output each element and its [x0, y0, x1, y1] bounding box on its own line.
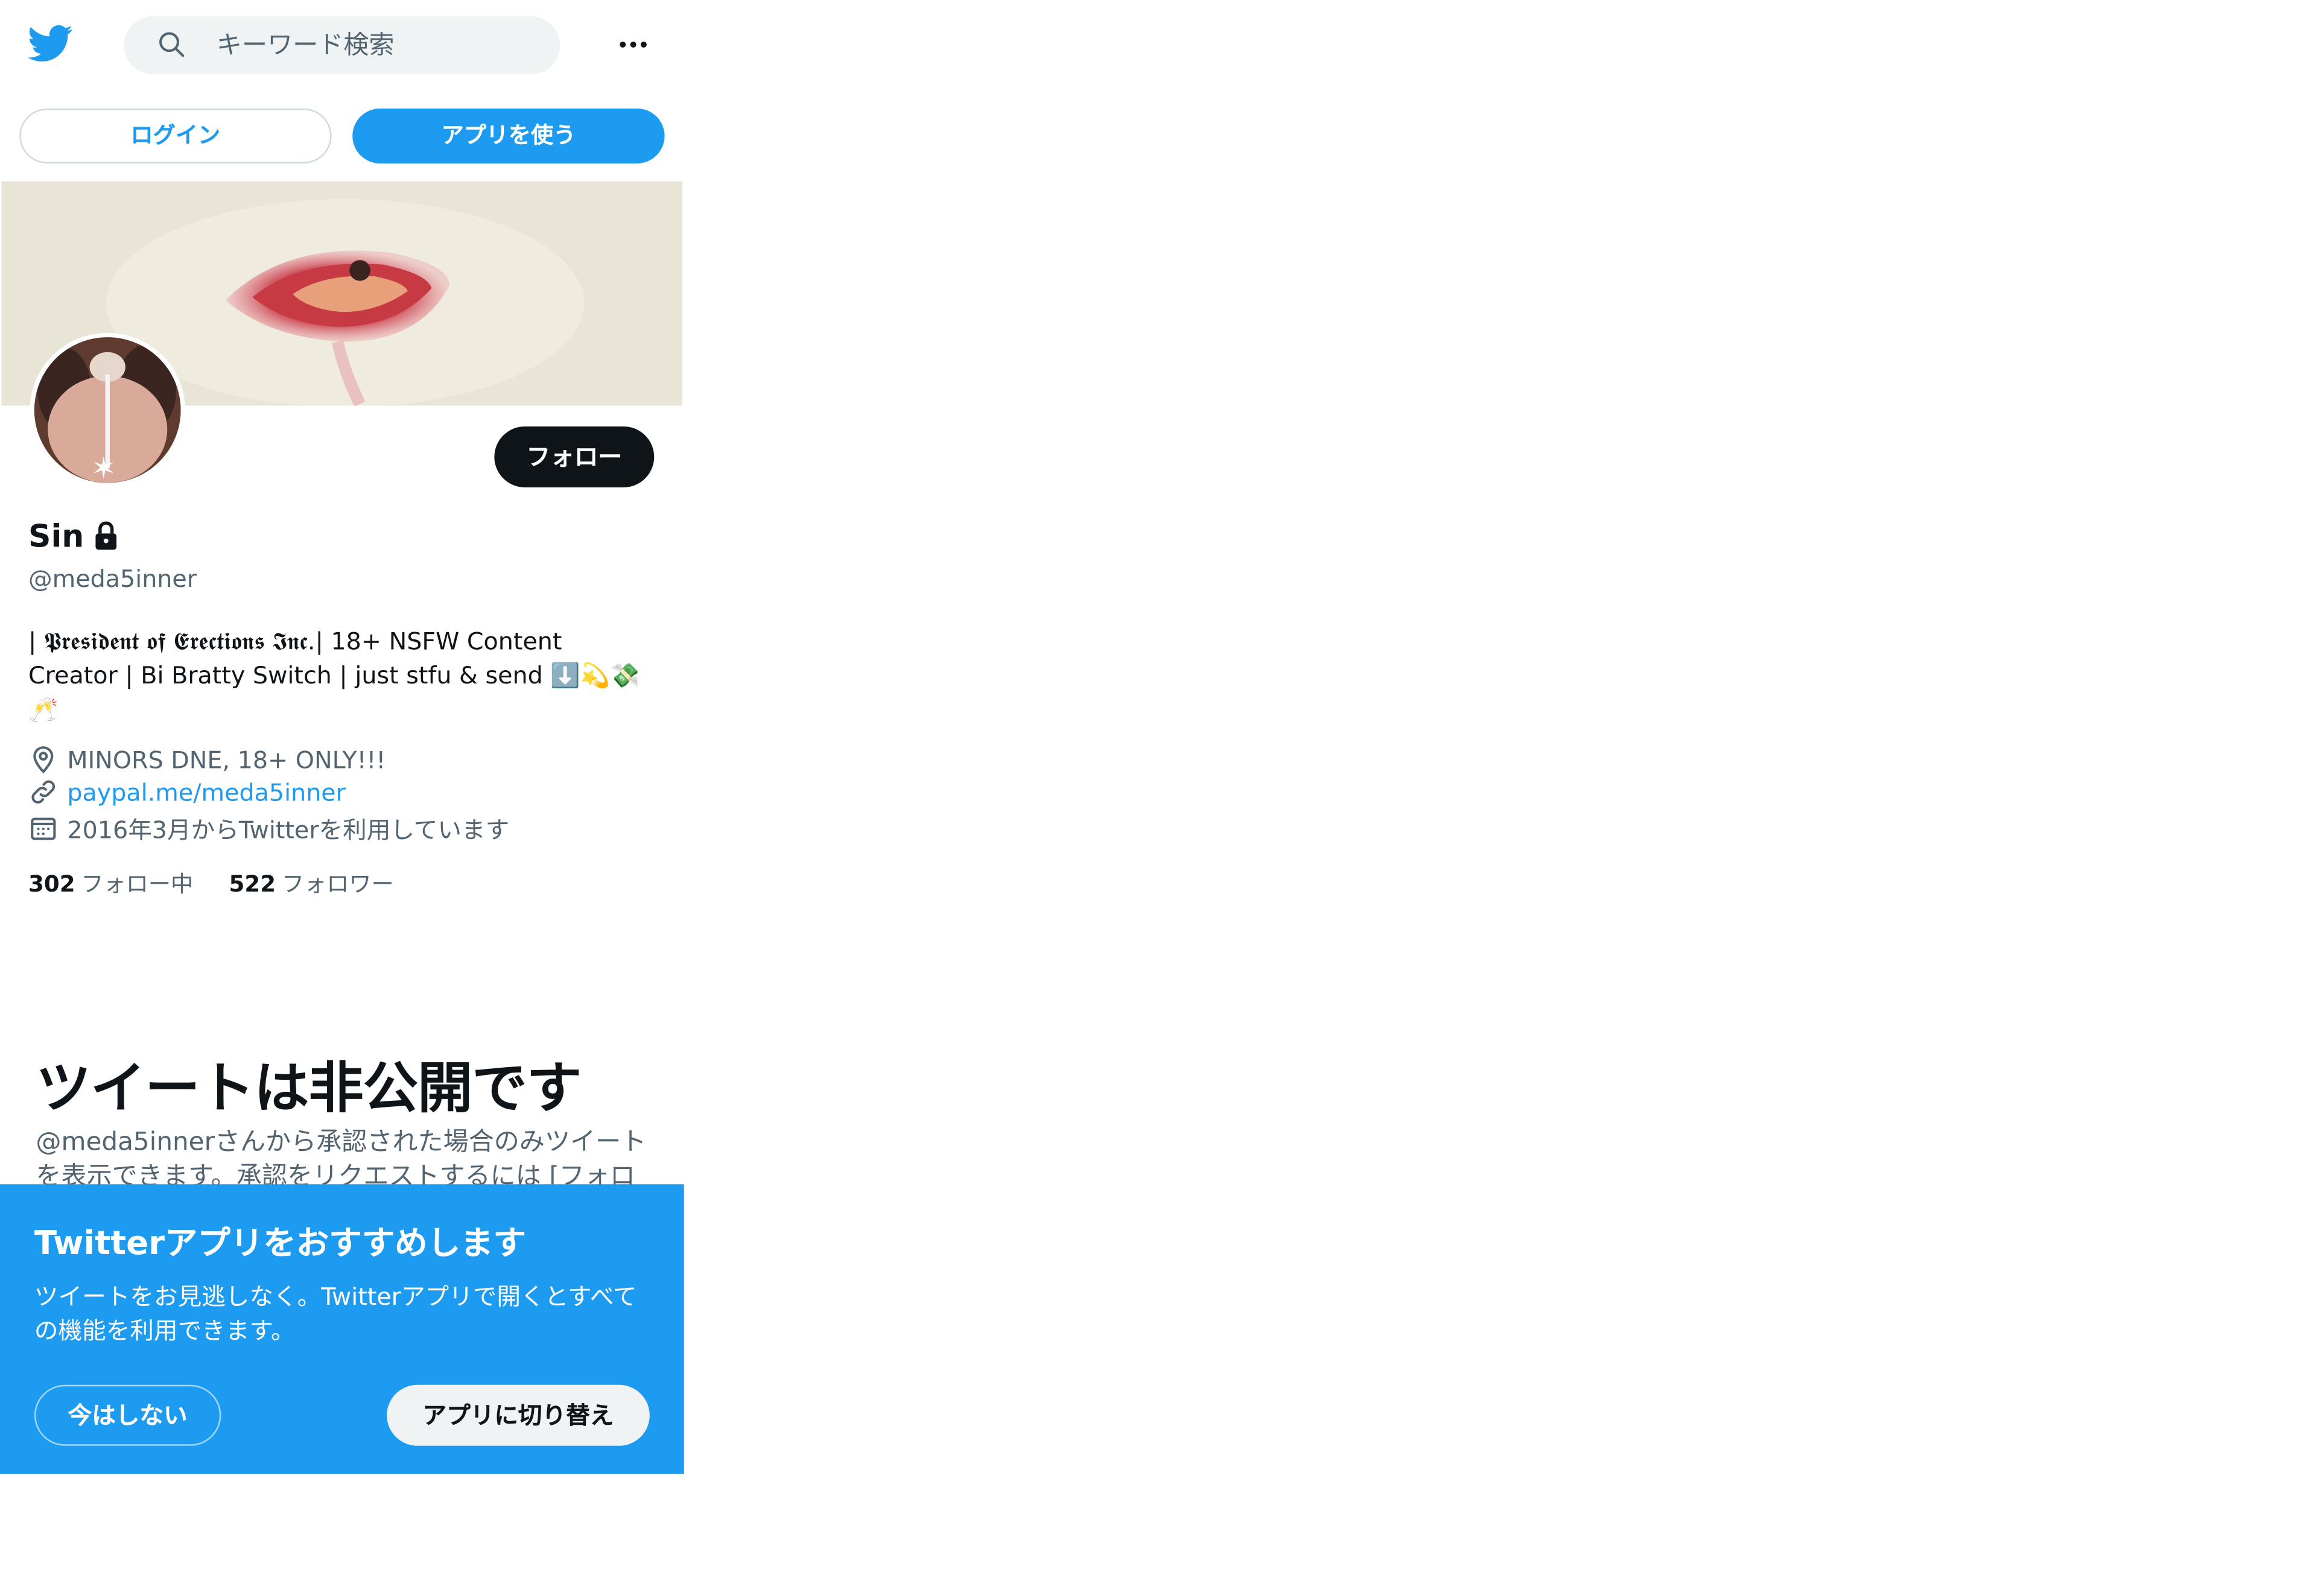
app-prompt-title: Twitterアプリをおすすめします: [34, 1226, 526, 1263]
bio-line: 🥂: [28, 695, 59, 724]
following-label: フォロー中: [81, 870, 194, 898]
login-button[interactable]: ログイン: [19, 108, 332, 163]
avatar[interactable]: ✶: [30, 332, 185, 487]
app-prompt-description: ツイートをお見逃しなく。Twitterアプリで開くとすべての機能を利用できます。: [34, 1282, 637, 1345]
profile-location: MINORS DNE, 18+ ONLY!!!: [28, 744, 386, 774]
profile-joined: 2016年3月からTwitterを利用しています: [28, 810, 509, 845]
location-pin-icon: [33, 746, 54, 774]
following-stat[interactable]: 302 フォロー中: [28, 868, 193, 899]
profile-name: Sin: [28, 519, 120, 554]
app-prompt-sheet: Twitterアプリをおすすめします ツイートをお見逃しなく。Twitterアプ…: [0, 1184, 684, 1474]
private-description: @meda5innerさんから承認された場合のみツイートを表示できます。承認をリ…: [36, 1127, 647, 1186]
profile-stats: 302 フォロー中 522 フォロワー: [28, 868, 394, 899]
not-now-button[interactable]: 今はしない: [34, 1384, 221, 1446]
private-title: ツイートは非公開です: [36, 1056, 582, 1121]
search-icon: [159, 32, 185, 57]
twitter-bird-icon[interactable]: [27, 21, 75, 65]
followers-count: 522: [229, 870, 276, 898]
calendar-icon: [31, 817, 56, 840]
search-box[interactable]: [124, 16, 560, 75]
joined-text: 2016年3月からTwitterを利用しています: [67, 816, 510, 844]
search-input[interactable]: [216, 25, 545, 66]
followers-stat[interactable]: 522 フォロワー: [229, 868, 394, 899]
profile-link[interactable]: paypal.me/meda5inner: [67, 778, 346, 806]
follow-button[interactable]: フォロー: [494, 426, 655, 487]
followers-label: フォロワー: [281, 870, 394, 898]
profile-bio: | 𝕻𝖗𝖊𝖘𝖎𝖉𝖊𝖓𝖙 𝖔𝖋 𝕰𝖗𝖊𝖈𝖙𝖎𝖔𝖓𝖘 𝕴𝖓𝖈.| 18+ NSFW …: [28, 624, 656, 727]
link-icon: [31, 780, 56, 804]
lock-icon: [96, 521, 117, 550]
location-text: MINORS DNE, 18+ ONLY!!!: [67, 745, 386, 774]
more-dots-icon[interactable]: [609, 25, 657, 64]
profile-handle: @meda5inner: [28, 565, 197, 593]
bio-line: | 𝕻𝖗𝖊𝖘𝖎𝖉𝖊𝖓𝖙 𝖔𝖋 𝕰𝖗𝖊𝖈𝖙𝖎𝖔𝖓𝖘 𝕴𝖓𝖈.| 18+ NSFW …: [28, 627, 562, 656]
svg-text:✶: ✶: [91, 451, 116, 483]
switch-to-app-button[interactable]: アプリに切り替え: [387, 1384, 650, 1446]
use-app-button[interactable]: アプリを使う: [352, 108, 665, 163]
profile-url: paypal.me/meda5inner: [28, 777, 346, 806]
display-name: Sin: [28, 518, 84, 554]
bio-line: Creator | Bi Bratty Switch | just stfu &…: [28, 661, 640, 689]
following-count: 302: [28, 870, 75, 898]
